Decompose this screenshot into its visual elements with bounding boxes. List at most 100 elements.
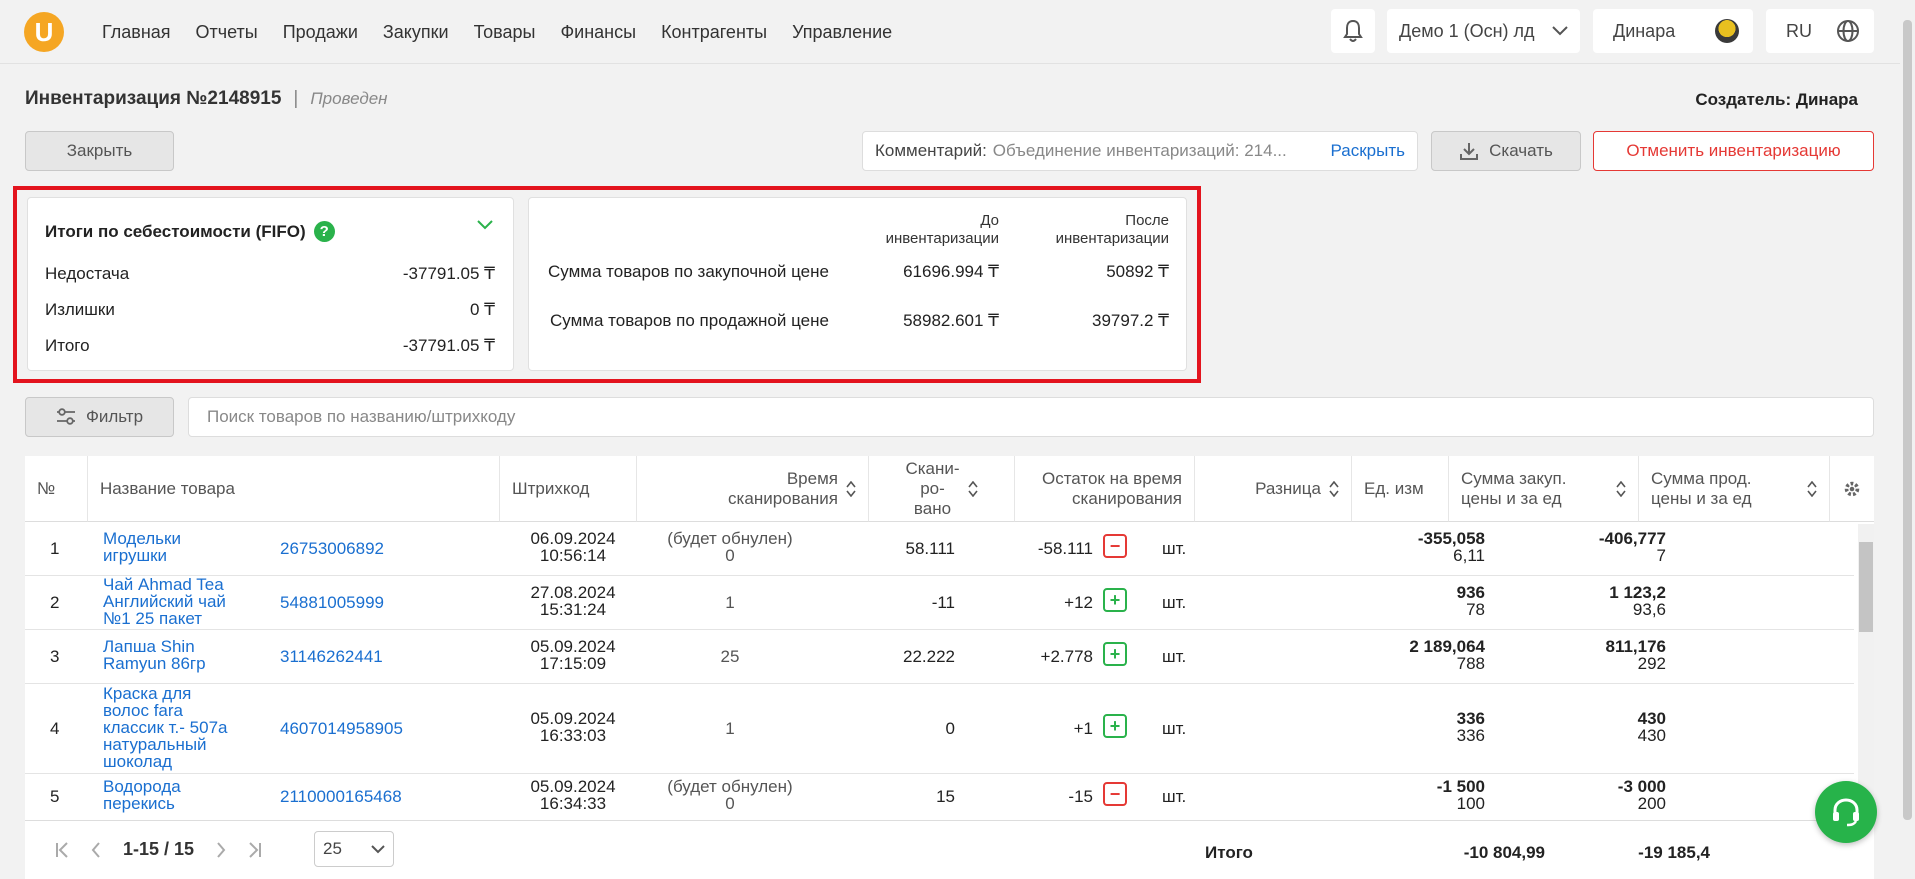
col-header-diff[interactable]: Разница — [1195, 456, 1352, 522]
menu-item-purchases[interactable]: Закупки — [383, 22, 449, 43]
col-header-scanned-text: Скани-ро-вано — [905, 459, 959, 519]
surplus-icon: + — [1103, 642, 1138, 677]
filter-label: Фильтр — [85, 407, 144, 426]
col-header-buy[interactable]: Сумма закуп. цены и за ед — [1449, 456, 1639, 522]
first-page-icon[interactable] — [55, 841, 69, 858]
sell-line1: Сумма прод. — [1651, 468, 1752, 488]
product-name-link[interactable]: Краска для волос fara классик т.- 507а нату… — [103, 685, 263, 770]
last-page-icon[interactable] — [248, 841, 262, 858]
col-header-barcode[interactable]: Штрихкод — [500, 456, 637, 522]
purchase-sum: 336 336 — [1270, 710, 1485, 744]
product-name-line: Чай Ahmad Tea — [103, 575, 224, 594]
avatar — [1715, 19, 1739, 43]
support-chat-button[interactable] — [1815, 781, 1877, 843]
table-row[interactable]: 1 Модельки игрушки 26753006892 06.09.2024… — [25, 522, 1854, 576]
sale-sum-label: Сумма товаров по продажной цене — [550, 311, 829, 330]
creator-info: Создатель: Динара — [1695, 90, 1858, 110]
shortage-icon: − — [1103, 534, 1138, 569]
product-name-link[interactable]: Модельки игрушки — [103, 530, 253, 564]
language-select[interactable]: RU — [1766, 9, 1874, 53]
sort-icon — [967, 480, 978, 497]
search-input[interactable]: Поиск товаров по названию/штрихкоду — [188, 397, 1874, 437]
next-page-icon[interactable] — [216, 841, 226, 858]
title-separator: | — [293, 88, 299, 109]
barcode-link[interactable]: 31146262441 — [280, 648, 383, 665]
close-button[interactable]: Закрыть — [25, 131, 174, 171]
row-number: 3 — [50, 647, 60, 666]
table-row[interactable]: 3 Лапша Shin Ramyun 86гр 31146262441 05.0… — [25, 630, 1854, 684]
purchase-sum: 2 189,064 788 — [1270, 638, 1485, 672]
col-header-scan-time[interactable]: Время сканирования — [637, 456, 869, 522]
organization-select[interactable]: Демо 1 (Осн) лд — [1387, 9, 1580, 53]
product-name-line: Водорода — [103, 777, 181, 796]
download-button[interactable]: Скачать — [1431, 131, 1581, 171]
scan-time: 16:33:03 — [539, 726, 607, 745]
product-name-line: волос fara — [103, 701, 184, 720]
col-header-remainder: Остаток на время сканирования — [1015, 456, 1195, 522]
filter-button[interactable]: Фильтр — [25, 397, 174, 437]
stock-value-card: До инвентаризации После инвентаризации С… — [528, 197, 1187, 371]
chevron-down-icon — [1552, 26, 1568, 36]
col-header-name[interactable]: Название товара — [88, 456, 500, 522]
page-size-select[interactable]: 25 — [314, 831, 394, 867]
download-label: Скачать — [1489, 141, 1553, 160]
product-name-link[interactable]: Водорода перекись — [103, 778, 253, 812]
purchase-sum: 936 78 — [1270, 584, 1485, 618]
product-name-link[interactable]: Лапша Shin Ramyun 86гр — [103, 638, 253, 672]
menu-item-sales[interactable]: Продажи — [283, 22, 358, 43]
table-row[interactable]: 4 Краска для волос fara классик т.- 507а на… — [25, 684, 1854, 774]
app-logo[interactable]: U — [24, 12, 64, 52]
sale-sum-after: 39797.2 ₸ — [1092, 311, 1169, 330]
chevron-down-icon — [371, 844, 385, 853]
page-range: 1-15 / 15 — [123, 839, 195, 859]
table-settings-button[interactable] — [1830, 456, 1874, 522]
table-row[interactable]: 2 Чай Ahmad Tea Английский чай №1 25 пакет… — [25, 576, 1854, 630]
menu-item-counterparties[interactable]: Контрагенты — [661, 22, 767, 43]
product-name-link[interactable]: Чай Ahmad Tea Английский чай №1 25 пакет — [103, 576, 263, 627]
col-header-sell[interactable]: Сумма прод. цены и за ед — [1639, 456, 1830, 522]
product-name-line: Английский чай — [103, 592, 226, 611]
cancel-inventory-button[interactable]: Отменить инвентаризацию — [1593, 131, 1874, 171]
table-scrollbar[interactable] — [1858, 524, 1874, 812]
table-scroll-thumb[interactable] — [1859, 542, 1873, 632]
menu-item-reports[interactable]: Отчеты — [196, 22, 258, 43]
page-scroll-thumb[interactable] — [1903, 20, 1912, 820]
menu-item-home[interactable]: Главная — [102, 22, 171, 43]
page-title-line: Инвентаризация №2148915 | Проведен — [25, 88, 388, 110]
purchase-sum: -355,058 6,11 — [1270, 530, 1485, 564]
cost-summary-card: Итоги по себестоимости (FIFO) ? Недостач… — [27, 197, 514, 371]
product-name-line: Краска для — [103, 684, 192, 703]
product-name-line: Лапша Shin — [103, 637, 195, 656]
chevron-down-icon[interactable] — [477, 220, 493, 230]
expand-comment-link[interactable]: Раскрыть — [1331, 141, 1405, 161]
footer-total-purchase: -10 804,99 — [1463, 843, 1545, 862]
scanned-line1: Скани- — [905, 458, 960, 478]
remainder-line1: Остаток на время — [1041, 468, 1182, 488]
user-menu[interactable]: Динара — [1593, 9, 1753, 53]
purchase-sum-before: 61696.994 ₸ — [903, 262, 999, 281]
difference-value: +2.778 — [1040, 647, 1093, 666]
menu-item-management[interactable]: Управление — [792, 22, 892, 43]
prev-page-icon[interactable] — [91, 841, 101, 858]
language-code: RU — [1786, 20, 1812, 41]
unit-value: шт. — [1162, 719, 1187, 738]
col-header-remainder-text: Остаток на время сканирования — [1042, 469, 1182, 509]
notifications-button[interactable] — [1331, 9, 1375, 53]
barcode-link[interactable]: 4607014958905 — [280, 720, 403, 737]
after-header-line1: После — [1125, 212, 1169, 229]
barcode-link[interactable]: 54881005999 — [280, 594, 384, 611]
difference-value: +12 — [1064, 593, 1093, 612]
sale-unit-price: 430 — [1637, 726, 1666, 745]
menu-item-finance[interactable]: Финансы — [560, 22, 636, 43]
page-scrollbar[interactable] — [1900, 0, 1915, 879]
row-number: 4 — [50, 719, 60, 738]
col-header-scanned[interactable]: Скани-ро-вано — [869, 456, 1015, 522]
barcode-link[interactable]: 2110000165468 — [280, 788, 402, 805]
help-icon[interactable]: ? — [313, 221, 335, 242]
comment-label: Комментарий: — [875, 141, 987, 160]
surplus-icon: + — [1103, 714, 1138, 749]
menu-item-goods[interactable]: Товары — [474, 22, 536, 43]
product-name-line: классик т.- 507а — [103, 718, 228, 737]
shortage-label: Недостача — [45, 264, 130, 283]
barcode-link[interactable]: 26753006892 — [280, 540, 384, 557]
